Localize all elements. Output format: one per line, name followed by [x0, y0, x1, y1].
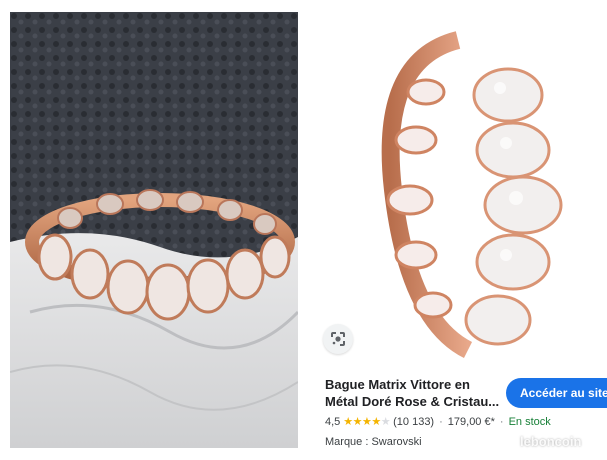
leboncoin-watermark: leboncoin — [520, 434, 582, 449]
availability-status: En stock — [508, 415, 551, 428]
google-lens-button[interactable] — [323, 324, 353, 354]
product-title-line2: Métal Doré Rose & Cristau... — [325, 394, 500, 409]
visit-site-button[interactable]: Accéder au site — [506, 378, 607, 408]
google-lens-icon — [331, 332, 345, 346]
product-title[interactable]: Bague Matrix Vittore en Métal Doré Rose … — [325, 376, 505, 410]
review-count: (10 133) — [393, 415, 435, 428]
price: 179,00 €* — [447, 415, 495, 428]
product-image-graphic — [381, 31, 563, 359]
ring-photo-left — [10, 12, 298, 448]
separator-dot: · — [439, 415, 443, 428]
product-meta-row: 4,5 ★★★★★ (10 133) · 179,00 €* · En stoc… — [325, 415, 551, 429]
rating-value: 4,5 — [325, 415, 341, 428]
separator-dot: · — [499, 415, 504, 428]
product-image[interactable] — [308, 0, 607, 360]
product-title-line1: Bague Matrix Vittore en — [325, 377, 470, 392]
rating-stars-icon: ★★★★★ — [343, 416, 391, 428]
brand-label: Marque : Swarovski — [325, 436, 422, 448]
ring-photo-graphic — [10, 12, 298, 448]
